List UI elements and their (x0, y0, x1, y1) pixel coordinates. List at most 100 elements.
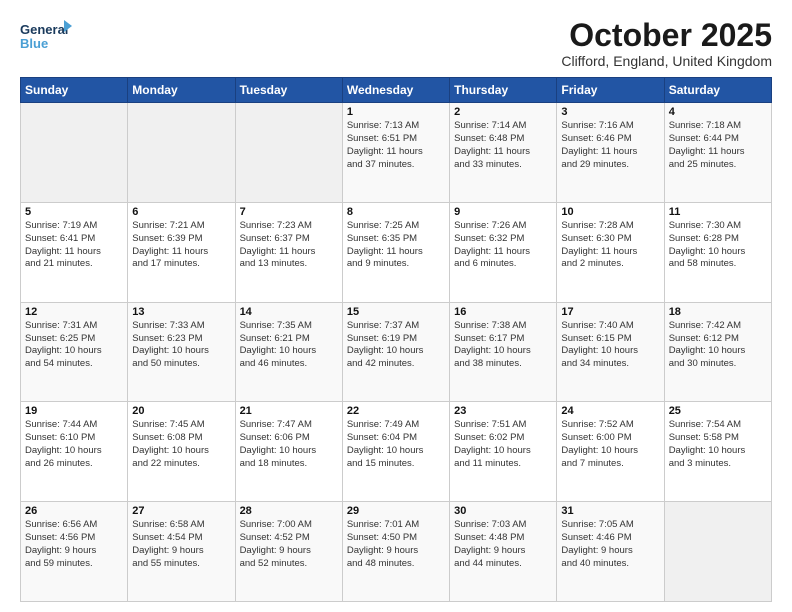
day-info: Sunrise: 7:42 AM Sunset: 6:12 PM Dayligh… (669, 320, 767, 371)
day-number: 25 (669, 405, 767, 417)
day-number: 16 (454, 306, 552, 318)
day-number: 15 (347, 306, 445, 318)
day-cell: 10 Sunrise: 7:28 AM Sunset: 6:30 PM Dayli… (557, 202, 664, 302)
day-cell: 21 Sunrise: 7:47 AM Sunset: 6:06 PM Dayli… (235, 402, 342, 502)
logo-svg: General Blue (20, 18, 72, 56)
day-number: 27 (132, 505, 230, 517)
calendar-header-row: SundayMondayTuesdayWednesdayThursdayFrid… (21, 78, 772, 103)
col-header-saturday: Saturday (664, 78, 771, 103)
day-cell: 30 Sunrise: 7:03 AM Sunset: 4:48 PM Dayli… (450, 502, 557, 602)
day-cell: 6 Sunrise: 7:21 AM Sunset: 6:39 PM Daylig… (128, 202, 235, 302)
page: General Blue October 2025 Clifford, Engl… (0, 0, 792, 612)
day-number: 22 (347, 405, 445, 417)
day-cell: 17Sunrise: 7:40 AM Sunset: 6:15 PM Dayli… (557, 302, 664, 402)
day-cell: 31 Sunrise: 7:05 AM Sunset: 4:46 PM Dayli… (557, 502, 664, 602)
day-cell (664, 502, 771, 602)
day-info: Sunrise: 7:30 AM Sunset: 6:28 PM Dayligh… (669, 220, 767, 271)
day-info: Sunrise: 7:40 AM Sunset: 6:15 PM Dayligh… (561, 320, 659, 371)
day-number: 31 (561, 505, 659, 517)
col-header-thursday: Thursday (450, 78, 557, 103)
day-number: 18 (669, 306, 767, 318)
week-row-1: 1 Sunrise: 7:13 AM Sunset: 6:51 PM Daylig… (21, 103, 772, 203)
header: General Blue October 2025 Clifford, Engl… (20, 18, 772, 69)
day-number: 1 (347, 106, 445, 118)
month-title: October 2025 (561, 18, 772, 53)
day-info: Sunrise: 7:52 AM Sunset: 6:00 PM Dayligh… (561, 419, 659, 470)
day-cell: 25 Sunrise: 7:54 AM Sunset: 5:58 PM Dayli… (664, 402, 771, 502)
day-cell: 9 Sunrise: 7:26 AM Sunset: 6:32 PM Daylig… (450, 202, 557, 302)
svg-text:General: General (20, 22, 68, 37)
day-info: Sunrise: 7:19 AM Sunset: 6:41 PM Dayligh… (25, 220, 123, 271)
day-cell (235, 103, 342, 203)
day-number: 3 (561, 106, 659, 118)
day-number: 28 (240, 505, 338, 517)
day-number: 24 (561, 405, 659, 417)
title-block: October 2025 Clifford, England, United K… (561, 18, 772, 69)
day-number: 2 (454, 106, 552, 118)
week-row-5: 26 Sunrise: 6:56 AM Sunset: 4:56 PM Dayli… (21, 502, 772, 602)
day-info: Sunrise: 7:25 AM Sunset: 6:35 PM Dayligh… (347, 220, 445, 271)
day-info: Sunrise: 7:26 AM Sunset: 6:32 PM Dayligh… (454, 220, 552, 271)
day-info: Sunrise: 7:28 AM Sunset: 6:30 PM Dayligh… (561, 220, 659, 271)
day-number: 13 (132, 306, 230, 318)
col-header-wednesday: Wednesday (342, 78, 449, 103)
day-info: Sunrise: 7:31 AM Sunset: 6:25 PM Dayligh… (25, 320, 123, 371)
day-cell: 1 Sunrise: 7:13 AM Sunset: 6:51 PM Daylig… (342, 103, 449, 203)
day-info: Sunrise: 7:00 AM Sunset: 4:52 PM Dayligh… (240, 519, 338, 570)
day-cell: 14 Sunrise: 7:35 AM Sunset: 6:21 PM Dayli… (235, 302, 342, 402)
day-cell (21, 103, 128, 203)
day-info: Sunrise: 7:38 AM Sunset: 6:17 PM Dayligh… (454, 320, 552, 371)
day-cell: 26 Sunrise: 6:56 AM Sunset: 4:56 PM Dayli… (21, 502, 128, 602)
day-number: 30 (454, 505, 552, 517)
day-info: Sunrise: 7:13 AM Sunset: 6:51 PM Dayligh… (347, 120, 445, 171)
day-cell: 7Sunrise: 7:23 AM Sunset: 6:37 PM Daylig… (235, 202, 342, 302)
day-info: Sunrise: 6:58 AM Sunset: 4:54 PM Dayligh… (132, 519, 230, 570)
day-info: Sunrise: 7:54 AM Sunset: 5:58 PM Dayligh… (669, 419, 767, 470)
day-cell: 5 Sunrise: 7:19 AM Sunset: 6:41 PM Daylig… (21, 202, 128, 302)
location: Clifford, England, United Kingdom (561, 53, 772, 69)
day-number: 26 (25, 505, 123, 517)
day-info: Sunrise: 7:44 AM Sunset: 6:10 PM Dayligh… (25, 419, 123, 470)
col-header-sunday: Sunday (21, 78, 128, 103)
day-info: Sunrise: 7:03 AM Sunset: 4:48 PM Dayligh… (454, 519, 552, 570)
day-info: Sunrise: 7:05 AM Sunset: 4:46 PM Dayligh… (561, 519, 659, 570)
week-row-3: 12 Sunrise: 7:31 AM Sunset: 6:25 PM Dayli… (21, 302, 772, 402)
week-row-2: 5 Sunrise: 7:19 AM Sunset: 6:41 PM Daylig… (21, 202, 772, 302)
day-info: Sunrise: 7:01 AM Sunset: 4:50 PM Dayligh… (347, 519, 445, 570)
logo: General Blue (20, 18, 72, 56)
day-cell: 20Sunrise: 7:45 AM Sunset: 6:08 PM Dayli… (128, 402, 235, 502)
day-number: 9 (454, 206, 552, 218)
day-cell: 29 Sunrise: 7:01 AM Sunset: 4:50 PM Dayli… (342, 502, 449, 602)
calendar: SundayMondayTuesdayWednesdayThursdayFrid… (20, 77, 772, 602)
day-info: Sunrise: 7:14 AM Sunset: 6:48 PM Dayligh… (454, 120, 552, 171)
day-number: 19 (25, 405, 123, 417)
day-info: Sunrise: 7:47 AM Sunset: 6:06 PM Dayligh… (240, 419, 338, 470)
col-header-monday: Monday (128, 78, 235, 103)
day-info: Sunrise: 6:56 AM Sunset: 4:56 PM Dayligh… (25, 519, 123, 570)
day-number: 11 (669, 206, 767, 218)
day-cell: 27 Sunrise: 6:58 AM Sunset: 4:54 PM Dayli… (128, 502, 235, 602)
day-number: 14 (240, 306, 338, 318)
day-cell: 3 Sunrise: 7:16 AM Sunset: 6:46 PM Daylig… (557, 103, 664, 203)
day-cell: 15Sunrise: 7:37 AM Sunset: 6:19 PM Dayli… (342, 302, 449, 402)
day-cell: 28 Sunrise: 7:00 AM Sunset: 4:52 PM Dayli… (235, 502, 342, 602)
day-number: 12 (25, 306, 123, 318)
day-info: Sunrise: 7:45 AM Sunset: 6:08 PM Dayligh… (132, 419, 230, 470)
col-header-friday: Friday (557, 78, 664, 103)
day-cell: 24 Sunrise: 7:52 AM Sunset: 6:00 PM Dayli… (557, 402, 664, 502)
day-number: 29 (347, 505, 445, 517)
day-cell: 8Sunrise: 7:25 AM Sunset: 6:35 PM Daylig… (342, 202, 449, 302)
day-info: Sunrise: 7:16 AM Sunset: 6:46 PM Dayligh… (561, 120, 659, 171)
day-cell: 12 Sunrise: 7:31 AM Sunset: 6:25 PM Dayli… (21, 302, 128, 402)
day-number: 4 (669, 106, 767, 118)
day-cell: 18 Sunrise: 7:42 AM Sunset: 6:12 PM Dayli… (664, 302, 771, 402)
day-info: Sunrise: 7:21 AM Sunset: 6:39 PM Dayligh… (132, 220, 230, 271)
day-cell: 11 Sunrise: 7:30 AM Sunset: 6:28 PM Dayli… (664, 202, 771, 302)
day-cell: 22Sunrise: 7:49 AM Sunset: 6:04 PM Dayli… (342, 402, 449, 502)
day-info: Sunrise: 7:35 AM Sunset: 6:21 PM Dayligh… (240, 320, 338, 371)
day-number: 6 (132, 206, 230, 218)
day-number: 10 (561, 206, 659, 218)
day-number: 21 (240, 405, 338, 417)
day-info: Sunrise: 7:33 AM Sunset: 6:23 PM Dayligh… (132, 320, 230, 371)
day-number: 5 (25, 206, 123, 218)
